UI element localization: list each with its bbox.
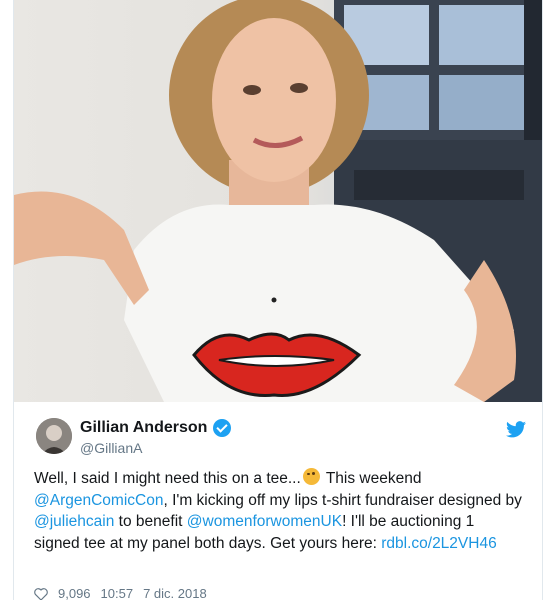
- avatar[interactable]: [36, 418, 72, 454]
- author-name-row[interactable]: Gillian Anderson: [80, 419, 232, 437]
- winking-face-icon: [302, 468, 320, 485]
- tweet-text-part: Well, I said I might need this on a tee.…: [34, 470, 301, 487]
- tweet-time[interactable]: 10:57: [101, 586, 134, 600]
- tweet-text-part: , I'm kicking off my lips t-shirt fundra…: [163, 491, 522, 509]
- author-name[interactable]: Gillian Anderson: [80, 419, 207, 437]
- mention-link[interactable]: @womenforwomenUK: [187, 513, 342, 530]
- url-link[interactable]: rdbl.co/2L2VH46: [381, 535, 496, 552]
- tweet-card: Gillian Anderson @GillianA Well, I said …: [13, 0, 543, 600]
- tweet-meta: 9,096 10:57 7 dic. 2018: [34, 586, 207, 600]
- mention-link[interactable]: @juliehcain: [34, 513, 114, 530]
- avatar-image: [36, 418, 72, 454]
- tweet-photo[interactable]: [14, 0, 542, 402]
- twitter-bird-icon[interactable]: [506, 421, 526, 438]
- tweet-text-part: This weekend: [321, 470, 422, 487]
- heart-icon[interactable]: [34, 587, 48, 600]
- verified-badge-icon: [213, 419, 232, 437]
- tweet-text-part: to benefit: [114, 513, 187, 530]
- author-handle[interactable]: @GillianA: [80, 440, 142, 456]
- tweet-date[interactable]: 7 dic. 2018: [143, 586, 207, 600]
- like-count[interactable]: 9,096: [58, 586, 91, 600]
- photo-illustration: [14, 0, 542, 402]
- tweet-text: Well, I said I might need this on a tee.…: [34, 468, 524, 554]
- mention-link[interactable]: @ArgenComicCon: [34, 492, 163, 509]
